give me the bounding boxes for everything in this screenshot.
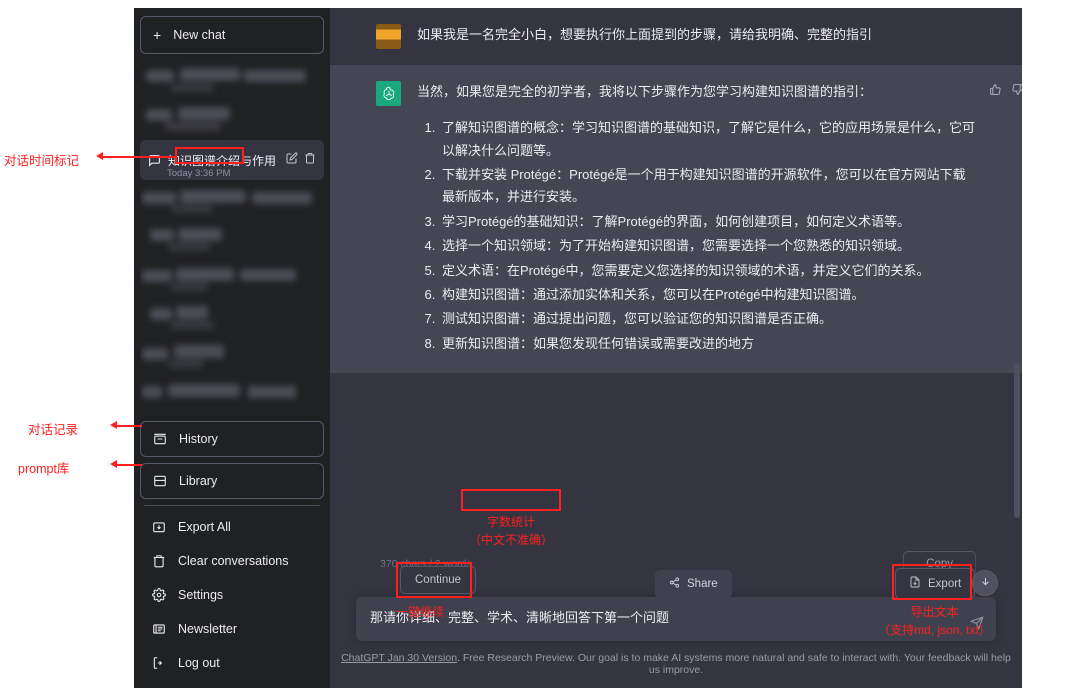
blurred-conversation-title — [140, 339, 324, 375]
annotation-continue-note: 一键继续 — [396, 603, 444, 621]
new-chat-label: New chat — [173, 28, 225, 42]
user-message: 如果我是一名完全小白，想要执行你上面提到的步骤，请给我明确、完整的指引 — [330, 8, 1022, 65]
scrollbar-thumb[interactable] — [1014, 363, 1020, 518]
chatgpt-app-window: + New chat — [134, 8, 1022, 688]
export-label: Export — [928, 578, 961, 590]
list-item: 定义术语：在Protégé中，您需要定义您选择的知识领域的术语，并定义它们的关系… — [439, 260, 976, 282]
conversation-timestamp: Today 3:36 PM — [167, 168, 230, 179]
annotation-char-count-note: 字数统计 （中文不准确） — [451, 513, 571, 549]
trash-icon[interactable] — [304, 151, 316, 169]
sidebar-divider — [144, 505, 320, 506]
sidebar-item-label: Export All — [178, 520, 231, 534]
sidebar-item-label: Library — [179, 474, 217, 488]
sidebar-item-clear-conversations[interactable]: Clear conversations — [140, 544, 324, 578]
trash-icon — [152, 554, 166, 568]
list-item[interactable] — [140, 62, 324, 98]
scroll-to-bottom-button[interactable] — [972, 570, 998, 596]
new-chat-button[interactable]: + New chat — [140, 16, 324, 54]
share-icon — [669, 577, 680, 591]
version-link[interactable]: ChatGPT Jan 30 Version — [341, 652, 457, 664]
sidebar-item-label: Settings — [178, 588, 223, 602]
list-item[interactable] — [140, 339, 324, 375]
annotation-line — [117, 464, 142, 466]
sidebar-item-label: Clear conversations — [178, 554, 288, 568]
export-file-icon — [909, 576, 921, 591]
history-box-icon — [153, 432, 167, 446]
annotation-arrow — [96, 152, 103, 160]
sidebar-item-label: Log out — [178, 656, 220, 670]
sidebar-footer: History Library Export All — [140, 421, 324, 680]
screenshot-root: + New chat — [0, 0, 1080, 696]
library-book-icon — [153, 474, 167, 488]
assistant-steps-list: 了解知识图谱的概念：学习知识图谱的基础知识，了解它是什么，它的应用场景是什么，它… — [417, 117, 976, 355]
blurred-conversation-title — [140, 183, 324, 219]
annotation-export-note: 导出文本 （支持md, json, txt） — [862, 603, 1007, 639]
sidebar: + New chat — [134, 8, 330, 688]
list-item[interactable] — [140, 300, 324, 336]
sidebar-item-export-all[interactable]: Export All — [140, 510, 324, 544]
message-thread: 如果我是一名完全小白，想要执行你上面提到的步骤，请给我明确、完整的指引 当然，如… — [330, 8, 1022, 587]
sidebar-item-log-out[interactable]: Log out — [140, 646, 324, 680]
conversation-list: 知识图谱介绍与作用 Today 3:36 PM — [140, 62, 324, 421]
blurred-conversation-title — [140, 62, 324, 98]
assistant-intro-text: 当然，如果您是完全的初学者，我将以下步骤作为您学习构建知识图谱的指引： — [417, 81, 976, 103]
sidebar-item-active-conversation[interactable]: 知识图谱介绍与作用 Today 3:36 PM — [140, 140, 324, 180]
annotation-line — [117, 425, 142, 427]
blurred-conversation-title — [140, 300, 324, 336]
annotation-library-marker: prompt库 — [18, 458, 69, 477]
share-label: Share — [687, 578, 718, 590]
sidebar-item-label: Newsletter — [178, 622, 237, 636]
blurred-conversation-title — [140, 261, 324, 297]
sidebar-item-library[interactable]: Library — [140, 463, 324, 499]
gear-icon — [152, 588, 166, 602]
list-item: 下载并安装 Protégé：Protégé是一个用于构建知识图谱的开源软件，您可… — [439, 164, 976, 209]
arrow-down-icon — [980, 574, 991, 592]
user-avatar — [376, 24, 401, 49]
sidebar-item-history[interactable]: History — [140, 421, 324, 457]
main-scrollbar[interactable] — [1014, 8, 1020, 688]
sidebar-item-label: History — [179, 432, 218, 446]
annotation-char-count-line2: （中文不准确） — [451, 531, 571, 549]
share-button[interactable]: Share — [655, 570, 732, 598]
annotation-arrow — [110, 460, 117, 468]
conversation-title: 知识图谱介绍与作用 — [168, 152, 279, 169]
list-item[interactable] — [140, 222, 324, 258]
footer-disclaimer: ChatGPT Jan 30 Version. Free Research Pr… — [330, 641, 1022, 686]
list-item[interactable] — [140, 378, 324, 414]
annotation-export-line1: 导出文本 — [862, 603, 1007, 621]
assistant-message: 当然，如果您是完全的初学者，我将以下步骤作为您学习构建知识图谱的指引： 了解知识… — [330, 65, 1022, 373]
annotation-arrow — [110, 421, 117, 429]
list-item: 测试知识图谱：通过提出问题，您可以验证您的知识图谱是否正确。 — [439, 308, 976, 330]
annotation-time-marker: 对话时间标记 — [4, 150, 79, 169]
newsletter-icon — [152, 622, 166, 636]
assistant-message-body: 当然，如果您是完全的初学者，我将以下步骤作为您学习构建知识图谱的指引： 了解知识… — [417, 81, 976, 357]
plus-icon: + — [153, 28, 161, 42]
footer-rest-text: . Free Research Preview. Our goal is to … — [457, 652, 1011, 676]
user-message-text: 如果我是一名完全小白，想要执行你上面提到的步骤，请给我明确、完整的指引 — [417, 24, 976, 49]
list-item: 构建知识图谱：通过添加实体和关系，您可以在Protégé中构建知识图谱。 — [439, 284, 976, 306]
annotation-export-line2: （支持md, json, txt） — [862, 621, 1007, 639]
blurred-conversation-title — [140, 378, 324, 414]
sidebar-item-settings[interactable]: Settings — [140, 578, 324, 612]
list-item[interactable] — [140, 261, 324, 297]
export-button[interactable]: Export — [895, 568, 975, 599]
chatgpt-avatar — [376, 81, 401, 106]
list-item: 了解知识图谱的概念：学习知识图谱的基础知识，了解它是什么，它的应用场景是什么，它… — [439, 117, 976, 162]
annotation-line — [103, 156, 176, 158]
continue-button[interactable]: Continue — [400, 566, 476, 594]
logout-icon — [152, 656, 166, 670]
thumbs-up-icon[interactable] — [989, 83, 1002, 101]
list-item[interactable] — [140, 101, 324, 137]
blurred-conversation-title — [140, 222, 324, 258]
blurred-conversation-title — [140, 101, 324, 137]
pencil-icon[interactable] — [286, 151, 298, 169]
export-all-icon — [152, 520, 166, 534]
list-item[interactable] — [140, 183, 324, 219]
list-item: 更新知识图谱：如果您发现任何错误或需要改进的地方 — [439, 333, 976, 355]
annotation-char-count-line1: 字数统计 — [451, 513, 571, 531]
annotation-history-marker: 对话记录 — [28, 419, 78, 438]
list-item: 学习Protégé的基础知识：了解Protégé的界面，如何创建项目，如何定义术… — [439, 211, 976, 233]
list-item: 选择一个知识领域：为了开始构建知识图谱，您需要选择一个您熟悉的知识领域。 — [439, 235, 976, 257]
sidebar-item-newsletter[interactable]: Newsletter — [140, 612, 324, 646]
